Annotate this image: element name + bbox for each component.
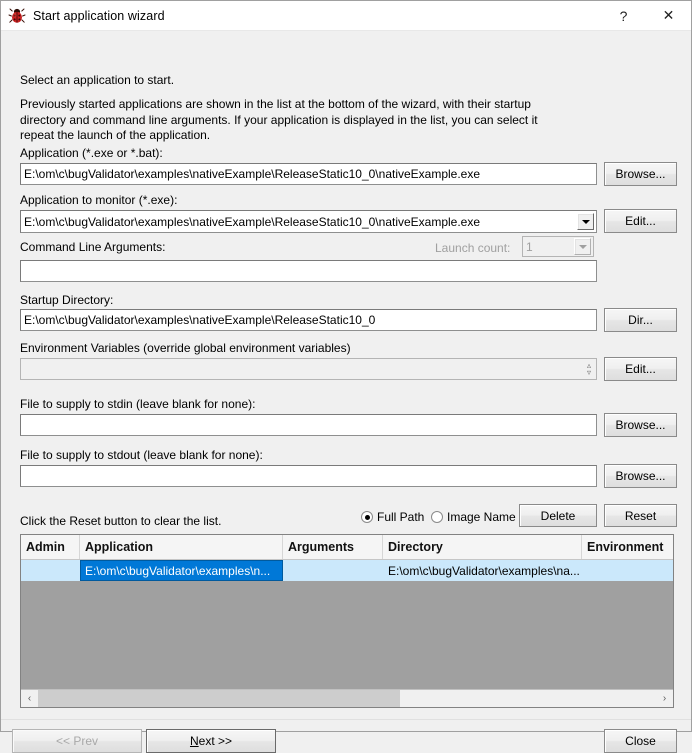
radio-full-path-label: Full Path xyxy=(377,510,425,524)
radio-image-name-label: Image Name xyxy=(447,510,516,524)
applications-list[interactable]: Admin Application Arguments Directory En… xyxy=(20,534,674,708)
close-button[interactable]: Close xyxy=(604,729,677,753)
title-bar: Start application wizard ? ✕ xyxy=(1,1,691,31)
help-button[interactable]: ? xyxy=(601,1,646,30)
cell-application: E:\om\c\bugValidator\examples\n... xyxy=(80,560,283,581)
radio-indicator-image-name xyxy=(431,511,443,523)
close-icon[interactable]: ✕ xyxy=(646,1,691,30)
stdout-label: File to supply to stdout (leave blank fo… xyxy=(20,448,263,462)
column-header-environment[interactable]: Environment xyxy=(582,535,673,559)
cell-environment xyxy=(582,560,673,581)
list-header-row: Admin Application Arguments Directory En… xyxy=(21,535,673,560)
environment-variables-label: Environment Variables (override global e… xyxy=(20,341,351,355)
radio-full-path[interactable]: Full Path xyxy=(361,510,424,524)
window-title: Start application wizard xyxy=(33,8,165,23)
startup-directory-dir-button[interactable]: Dir... xyxy=(604,308,677,332)
application-to-monitor-label: Application to monitor (*.exe): xyxy=(20,193,178,207)
prev-button[interactable]: << Prev xyxy=(12,729,142,753)
dialog-client-area: Select an application to start. Previous… xyxy=(1,31,691,753)
column-header-application[interactable]: Application xyxy=(80,535,283,559)
scroll-left-icon[interactable]: ‹ xyxy=(21,690,38,707)
application-browse-button[interactable]: Browse... xyxy=(604,162,677,186)
application-to-monitor-edit-button[interactable]: Edit... xyxy=(604,209,677,233)
column-header-arguments[interactable]: Arguments xyxy=(283,535,383,559)
intro-heading: Select an application to start. xyxy=(20,73,175,87)
next-button-accel: N xyxy=(189,734,199,748)
application-input[interactable]: E:\om\c\bugValidator\examples\nativeExam… xyxy=(20,163,597,185)
intro-paragraph: Previously started applications are show… xyxy=(20,97,538,142)
list-body: E:\om\c\bugValidator\examples\n... E:\om… xyxy=(21,560,673,689)
start-application-wizard-dialog: Start application wizard ? ✕ Select an a… xyxy=(0,0,692,753)
horizontal-scrollbar[interactable]: ‹ › xyxy=(21,689,673,707)
stdin-browse-button[interactable]: Browse... xyxy=(604,413,677,437)
startup-directory-input[interactable]: E:\om\c\bugValidator\examples\nativeExam… xyxy=(20,309,597,331)
reset-button[interactable]: Reset xyxy=(604,504,677,527)
scrollbar-thumb[interactable] xyxy=(38,690,400,707)
stdin-label: File to supply to stdin (leave blank for… xyxy=(20,397,256,411)
cell-arguments xyxy=(283,560,383,581)
chevron-down-icon[interactable] xyxy=(574,238,591,255)
application-to-monitor-combo[interactable]: E:\om\c\bugValidator\examples\nativeExam… xyxy=(20,210,597,233)
startup-directory-label: Startup Directory: xyxy=(20,293,114,307)
command-line-arguments-input[interactable] xyxy=(20,260,597,282)
column-header-admin[interactable]: Admin xyxy=(21,535,80,559)
environment-variables-input[interactable]: ▵ ▿ xyxy=(20,358,597,380)
footer-separator xyxy=(1,719,691,720)
stdin-input[interactable] xyxy=(20,414,597,436)
cell-directory: E:\om\c\bugValidator\examples\na... xyxy=(388,563,580,578)
application-to-monitor-value: E:\om\c\bugValidator\examples\nativeExam… xyxy=(24,214,481,229)
reset-hint-label: Click the Reset button to clear the list… xyxy=(20,514,222,528)
application-label: Application (*.exe or *.bat): xyxy=(20,146,163,160)
delete-button[interactable]: Delete xyxy=(519,504,597,527)
caption-buttons: ? ✕ xyxy=(601,1,691,30)
command-line-arguments-label: Command Line Arguments: xyxy=(20,240,166,254)
next-button-suffix: ext >> xyxy=(198,734,233,748)
launch-count-label: Launch count: xyxy=(435,241,511,255)
cell-admin xyxy=(21,560,80,581)
launch-count-value: 1 xyxy=(526,239,533,254)
scroll-right-icon[interactable]: › xyxy=(656,690,673,707)
next-button[interactable]: Next >> xyxy=(146,729,276,753)
radio-indicator-full-path xyxy=(361,511,373,523)
stdout-browse-button[interactable]: Browse... xyxy=(604,464,677,488)
environment-variables-edit-button[interactable]: Edit... xyxy=(604,357,677,381)
radio-image-name[interactable]: Image Name xyxy=(431,510,516,524)
scrollbar-track[interactable] xyxy=(38,690,656,707)
bug-icon xyxy=(8,7,26,25)
spinner-icon[interactable]: ▵ ▿ xyxy=(582,359,596,379)
chevron-down-icon[interactable] xyxy=(577,213,594,230)
column-header-directory[interactable]: Directory xyxy=(383,535,582,559)
table-row[interactable]: E:\om\c\bugValidator\examples\n... E:\om… xyxy=(21,560,673,581)
stdout-input[interactable] xyxy=(20,465,597,487)
launch-count-combo[interactable]: 1 xyxy=(522,236,594,257)
